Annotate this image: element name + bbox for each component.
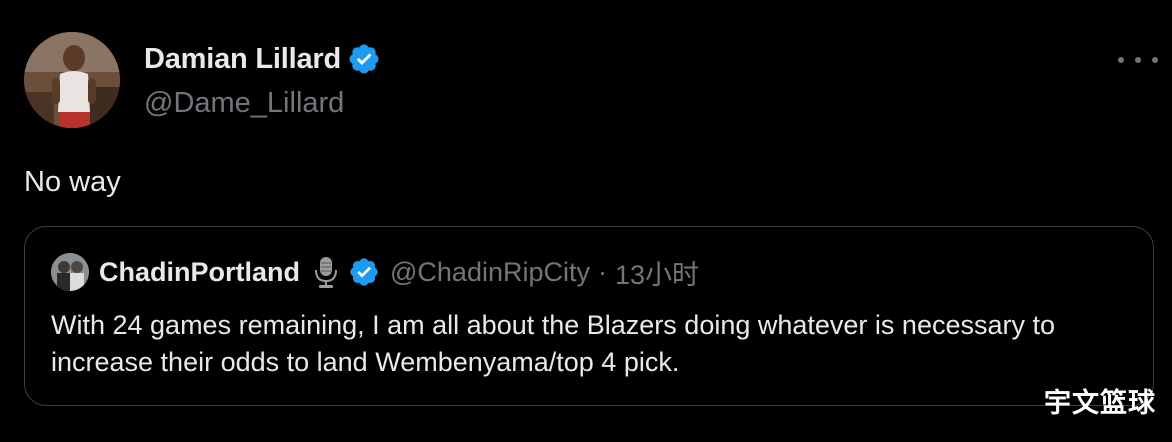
quoted-author-avatar[interactable] <box>51 253 89 291</box>
quoted-tweet-time[interactable]: 13小时 <box>615 253 699 292</box>
more-dot <box>1135 57 1141 63</box>
more-options-icon[interactable] <box>1118 50 1158 70</box>
tweet-card: Damian Lillard @Dame_Lillard No way Chad… <box>0 0 1172 442</box>
quoted-tweet-header: ChadinPortland @ChadinRipCity · 13小时 <box>51 253 699 291</box>
microphone-icon <box>312 255 340 289</box>
quoted-author-name[interactable]: ChadinPortland <box>99 257 300 288</box>
separator-dot: · <box>597 256 607 287</box>
author-name-row: Damian Lillard <box>144 40 381 78</box>
more-dot <box>1118 57 1124 63</box>
quoted-verified-badge-icon <box>348 256 380 288</box>
quoted-profile-photo-icon <box>51 253 89 291</box>
profile-photo-icon <box>24 32 120 128</box>
author-avatar[interactable] <box>24 32 120 128</box>
more-dot <box>1152 57 1158 63</box>
quoted-author-handle[interactable]: @ChadinRipCity <box>390 257 590 288</box>
quoted-tweet[interactable]: ChadinPortland @ChadinRipCity · 13小时 Wit… <box>24 226 1154 406</box>
verified-badge-icon <box>347 42 381 76</box>
author-info: Damian Lillard @Dame_Lillard <box>144 40 381 120</box>
author-handle[interactable]: @Dame_Lillard <box>144 86 381 120</box>
watermark: 宇文篮球 <box>1044 388 1156 419</box>
tweet-text: No way <box>24 166 121 198</box>
author-display-name[interactable]: Damian Lillard <box>144 43 341 76</box>
quoted-tweet-text: With 24 games remaining, I am all about … <box>51 310 1055 377</box>
